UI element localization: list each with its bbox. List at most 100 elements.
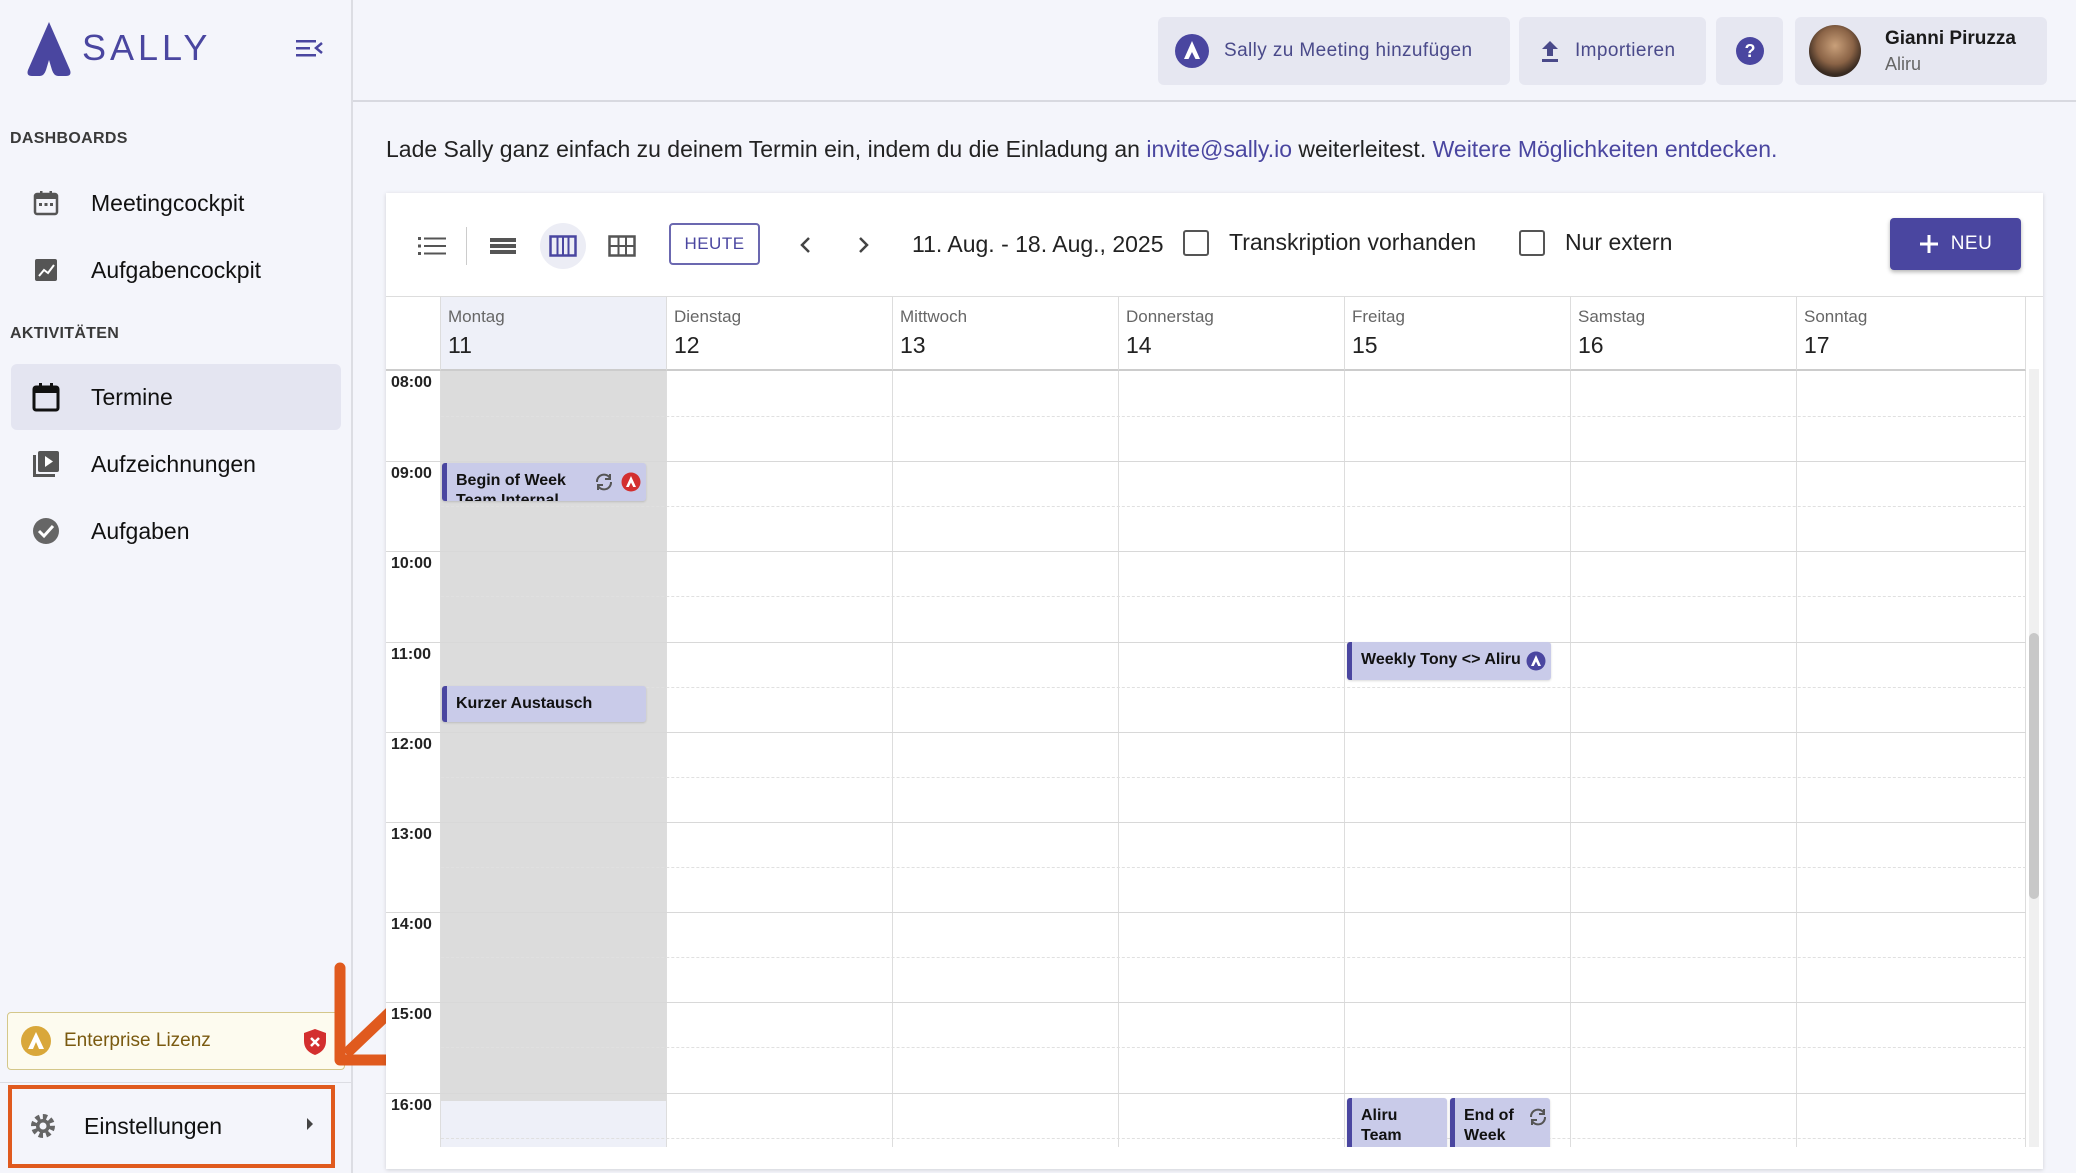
today-button[interactable]: HEUTE [669,223,760,265]
event-title: End of Week [1464,1107,1514,1144]
external-only-checkbox[interactable]: Nur extern [1519,229,1672,256]
grid-line [441,867,2026,868]
sidebar-item-aufgabencockpit[interactable]: Aufgabencockpit [11,237,341,303]
external-only-label: Nur extern [1565,229,1673,255]
grid-line [441,1002,2026,1003]
sally-gold-icon [21,1026,51,1056]
info-middle: weiterleitest. [1292,136,1433,162]
day-column-saturday[interactable] [1571,371,1797,1147]
event-kurzer-austausch[interactable]: Kurzer Austausch [442,686,646,722]
day-column-sunday[interactable] [1797,371,2026,1147]
day-column-thursday[interactable] [1119,371,1345,1147]
sally-logo-icon [1175,34,1209,68]
grid-line [441,732,2026,733]
time-gutter-header [386,297,441,371]
previous-week-button[interactable] [787,227,823,263]
list-view-icon [418,237,446,255]
month-view-button[interactable] [599,223,645,269]
section-title-dashboards: DASHBOARDS [10,130,128,147]
time-label: 08:00 [391,374,432,391]
day-name: Donnerstag [1126,307,1214,326]
time-label: 11:00 [391,646,432,663]
checkbox-icon [1519,229,1545,256]
grid-line [386,461,441,462]
event-end-of-week[interactable]: End of Week [1450,1098,1550,1147]
user-org: Aliru [1885,53,1922,74]
day-name: Mittwoch [900,307,968,326]
day-number: 12 [674,332,700,358]
grid-line [441,461,2026,462]
license-label: Enterprise Lizenz [64,1030,211,1051]
new-appointment-button[interactable]: NEU [1890,218,2021,270]
day-header-tuesday[interactable]: Dienstag 12 [667,297,893,371]
svg-text:?: ? [1744,41,1755,61]
sidebar-item-aufzeichnungen[interactable]: Aufzeichnungen [11,431,341,497]
chevron-right-icon [859,237,869,253]
day-header-saturday[interactable]: Samstag 16 [1571,297,1797,371]
list-view-button[interactable] [409,223,455,269]
day-name: Sonntag [1804,307,1868,326]
transcription-filter-label: Transkription vorhanden [1229,229,1477,255]
gear-icon [31,1114,55,1138]
next-week-button[interactable] [846,227,882,263]
time-label: 16:00 [391,1097,432,1114]
week-view-button[interactable] [540,223,586,269]
sidebar: SALLY DASHBOARDS Meetingcockpit Aufgaben… [0,0,353,1173]
day-number: 13 [900,332,926,358]
grid-line [386,732,441,733]
day-column-friday[interactable] [1345,371,1571,1147]
upload-icon [1542,41,1558,62]
add-sally-to-meeting-button[interactable]: Sally zu Meeting hinzufügen [1158,17,1510,85]
day-header-friday[interactable]: Freitag 15 [1345,297,1571,371]
day-header-sunday[interactable]: Sonntag 17 [1797,297,2026,371]
grid-line [441,1138,2026,1139]
grid-line [441,957,2026,958]
checkbox-icon [1183,229,1209,256]
help-button[interactable]: ? [1716,17,1783,85]
day-number: 17 [1804,332,1830,358]
event-aliru-team[interactable]: Aliru Team [1347,1098,1447,1147]
sidebar-item-aufgaben[interactable]: Aufgaben [11,498,341,564]
calendar-grid-icon [30,187,62,219]
event-weekly-tony-aliru[interactable]: Weekly Tony <> Aliru [1347,642,1551,680]
settings-menu-item[interactable]: Einstellungen [10,1087,335,1165]
sally-recording-icon [621,472,641,492]
info-prefix: Lade Sally ganz einfach zu deinem Termin… [386,136,1147,162]
event-title: Begin of Week Team Internal [456,472,566,501]
collapse-menu-button[interactable] [294,36,330,66]
divider [0,1082,351,1083]
grid-line [386,551,441,552]
calendar-body: 08:00 09:00 10:00 11:00 12:00 13:00 14:0… [386,371,2026,1147]
calendar-scroll-thumb[interactable] [2029,633,2039,899]
more-options-link[interactable]: Weitere Möglichkeiten entdecken. [1433,136,1778,162]
sidebar-item-meetingcockpit[interactable]: Meetingcockpit [11,170,341,236]
sidebar-item-termine[interactable]: Termine [11,364,341,430]
day-number: 16 [1578,332,1604,358]
sally-logo[interactable]: SALLY [26,20,211,76]
import-button[interactable]: Importieren [1519,17,1706,85]
day-header-thursday[interactable]: Donnerstag 14 [1119,297,1345,371]
day-number: 14 [1126,332,1152,358]
license-badge[interactable]: Enterprise Lizenz [7,1012,345,1070]
grid-line [386,1002,441,1003]
day-view-button[interactable] [480,223,526,269]
time-label: 10:00 [391,555,432,572]
day-column-tuesday[interactable] [667,371,893,1147]
user-menu[interactable]: Gianni Piruzza Aliru [1795,17,2047,85]
event-begin-of-week[interactable]: Begin of Week Team Internal [442,463,646,501]
recurring-icon [1530,1108,1546,1126]
settings-label: Einstellungen [84,1112,223,1139]
day-header-wednesday[interactable]: Mittwoch 13 [893,297,1119,371]
month-view-icon [608,235,636,257]
day-column-monday-current [441,1101,667,1147]
sidebar-item-label: Meetingcockpit [91,189,245,216]
day-column-wednesday[interactable] [893,371,1119,1147]
plus-icon [1919,235,1938,253]
week-view-icon [549,235,577,257]
transcription-filter-checkbox[interactable]: Transkription vorhanden [1183,229,1476,256]
invite-email-link[interactable]: invite@sally.io [1146,136,1292,162]
grid-line [386,912,441,913]
video-library-icon [30,448,62,480]
time-label: 12:00 [391,736,432,753]
day-header-monday[interactable]: Montag 11 [441,297,667,371]
